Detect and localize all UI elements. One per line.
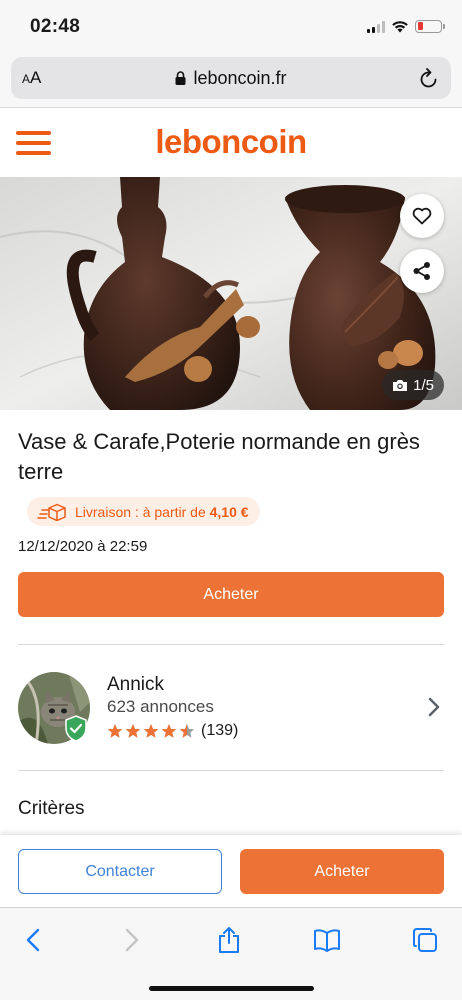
delivery-label: Livraison : à partir de 4,10 €	[75, 503, 249, 520]
star-full-icon	[161, 724, 177, 738]
address-bar[interactable]: AA leboncoin.fr	[11, 57, 451, 99]
url-text: leboncoin.fr	[193, 68, 287, 88]
forward-icon	[125, 928, 139, 952]
share-button[interactable]	[214, 925, 244, 955]
delivery-badge: Livraison : à partir de 4,10 €	[27, 497, 260, 526]
tabs-button[interactable]	[410, 925, 440, 955]
criteria-section-title: Critères	[18, 798, 85, 819]
share-listing-button[interactable]	[400, 249, 444, 293]
rating-stars	[107, 723, 195, 739]
delivery-truck-box-icon	[37, 503, 66, 521]
battery-low-icon	[415, 19, 445, 33]
listing-photo[interactable]: 1/5	[0, 177, 462, 410]
star-full-icon	[107, 724, 123, 738]
status-icons	[367, 18, 445, 34]
back-icon	[26, 928, 40, 952]
seller-rating: (139)	[107, 722, 238, 740]
safari-toolbar	[0, 907, 462, 1000]
bookmarks-icon	[314, 929, 340, 952]
delivery-price: 4,10 €	[209, 503, 249, 520]
buy-button-sticky[interactable]: Acheter	[240, 849, 444, 894]
star-half-icon	[179, 724, 195, 738]
status-time: 02:48	[30, 16, 81, 37]
listing-date: 12/12/2020 à 22:59	[18, 538, 148, 555]
status-bar: 02:48	[0, 0, 462, 52]
chevron-right-icon[interactable]	[428, 697, 440, 717]
review-count: (139)	[201, 722, 239, 739]
divider	[18, 644, 444, 645]
wifi-icon	[392, 20, 408, 32]
star-full-icon	[143, 724, 159, 738]
heart-icon	[412, 207, 432, 225]
photo-counter-text: 1/5	[413, 376, 434, 394]
listing-title: Vase & Carafe,Poterie normande en grès t…	[18, 429, 420, 484]
home-indicator	[149, 986, 314, 991]
favorite-button[interactable]	[400, 194, 444, 238]
star-full-icon	[125, 724, 141, 738]
divider	[18, 770, 444, 771]
browser-address-area: AA leboncoin.fr	[0, 52, 462, 108]
lock-icon	[175, 70, 186, 85]
tabs-icon	[413, 928, 437, 952]
verified-shield-icon	[65, 715, 87, 742]
forward-button[interactable]	[117, 925, 147, 955]
share-icon	[219, 927, 239, 953]
buy-button[interactable]: Acheter	[18, 572, 444, 617]
bookmarks-button[interactable]	[312, 925, 342, 955]
seller-ads-count: 623 annonces	[107, 697, 214, 716]
contact-button[interactable]: Contacter	[18, 849, 222, 894]
sticky-action-bar: Contacter Acheter	[0, 835, 462, 907]
url-display[interactable]: leboncoin.fr	[11, 68, 451, 89]
seller-name[interactable]: Annick	[107, 674, 164, 696]
reload-icon[interactable]	[419, 67, 439, 89]
back-button[interactable]	[18, 925, 48, 955]
brand-logo[interactable]: leboncoin	[0, 123, 462, 161]
signal-icon	[367, 20, 385, 33]
site-header: leboncoin	[0, 109, 462, 177]
share-icon	[413, 262, 430, 280]
seller-card[interactable]: Annick 623 annonces (139)	[0, 665, 462, 755]
photo-counter: 1/5	[382, 370, 444, 400]
camera-icon	[393, 379, 408, 391]
